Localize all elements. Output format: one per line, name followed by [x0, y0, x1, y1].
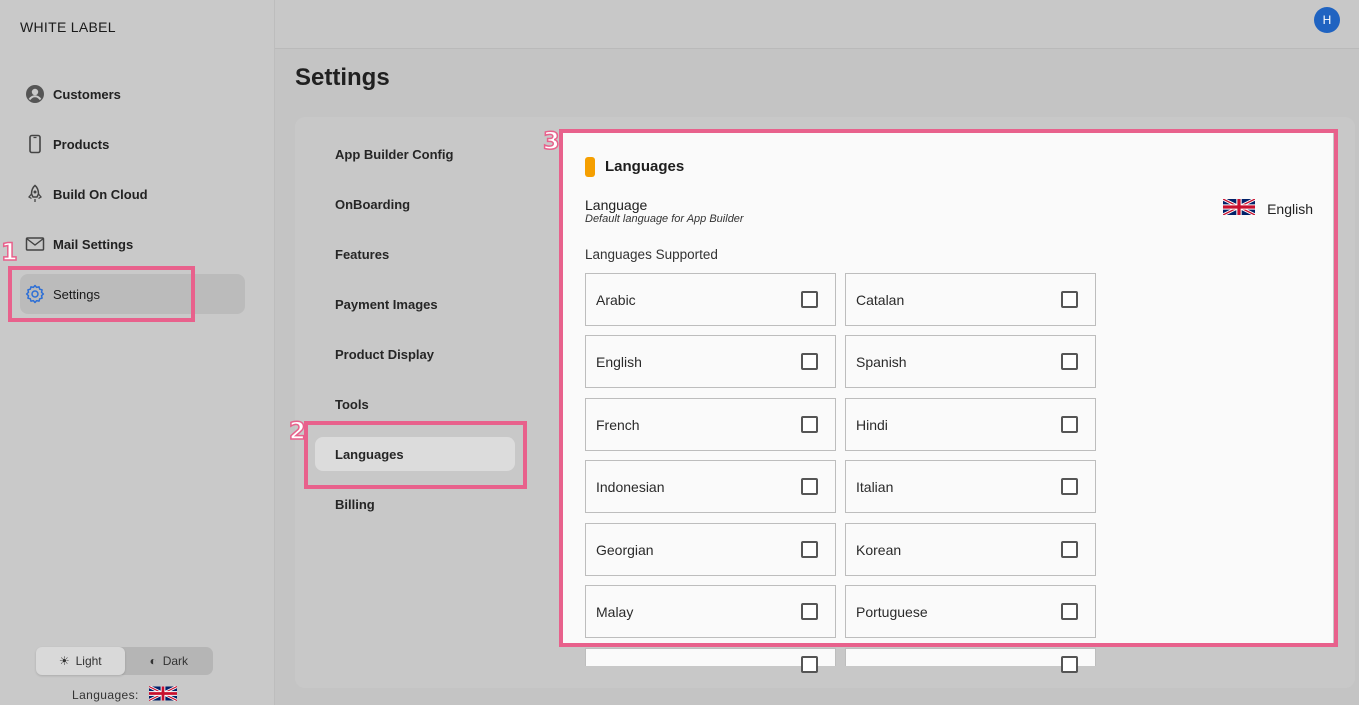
uk-flag-icon	[1222, 197, 1256, 218]
language-option-english[interactable]: English	[585, 335, 836, 388]
languages-supported-label: Languages Supported	[585, 247, 718, 262]
language-option-indonesian[interactable]: Indonesian	[585, 460, 836, 513]
top-bar: H	[275, 0, 1359, 49]
checkbox[interactable]	[801, 656, 818, 673]
sun-icon: ☀	[58, 654, 70, 668]
highlight-number-1: 1	[0, 237, 18, 267]
sidebar-language-switch: Languages:	[72, 685, 178, 704]
language-option-georgian[interactable]: Georgian	[585, 523, 836, 576]
language-option-korean[interactable]: Korean	[845, 523, 1096, 576]
settings-menu-payment-images[interactable]: Payment Images	[315, 287, 515, 321]
theme-dark-label: Dark	[162, 654, 189, 668]
checkbox[interactable]	[801, 541, 818, 558]
language-label: Language	[585, 197, 648, 213]
sidebar-item-label: Mail Settings	[53, 236, 134, 252]
settings-menu-features[interactable]: Features	[315, 237, 515, 271]
default-language-select[interactable]: English	[1222, 197, 1313, 218]
settings-menu-tools[interactable]: Tools	[315, 387, 515, 421]
highlight-number-2: 2	[288, 416, 306, 446]
checkbox[interactable]	[801, 478, 818, 495]
sidebar-language-label: Languages:	[72, 688, 139, 702]
language-option-label: Portuguese	[856, 603, 928, 620]
language-option-label: Italian	[856, 478, 894, 495]
sidebar-item-build-on-cloud[interactable]: Build On Cloud	[20, 174, 245, 214]
phone-icon	[24, 133, 46, 155]
rocket-icon	[24, 183, 46, 205]
checkbox[interactable]	[1061, 478, 1078, 495]
sidebar-item-label: Products	[53, 136, 110, 152]
language-option-malay[interactable]: Malay	[585, 585, 836, 638]
checkbox[interactable]	[801, 291, 818, 308]
language-option-label: Indonesian	[596, 478, 665, 495]
theme-light-button[interactable]: ☀ Light	[36, 647, 125, 675]
settings-menu-app-builder-config[interactable]: App Builder Config	[315, 137, 515, 171]
language-option-arabic[interactable]: Arabic	[585, 273, 836, 326]
language-option-partial[interactable]	[585, 648, 836, 673]
language-option-label: French	[596, 416, 640, 433]
sidebar-item-label: Build On Cloud	[53, 186, 148, 202]
language-option-french[interactable]: French	[585, 398, 836, 451]
language-option-label: Malay	[596, 603, 634, 620]
language-option-label: Hindi	[856, 416, 888, 433]
language-option-portuguese[interactable]: Portuguese	[845, 585, 1096, 638]
theme-toggle: ☀ Light ◐ Dark	[36, 647, 213, 675]
section-title: Languages	[605, 158, 685, 175]
avatar[interactable]: H	[1314, 7, 1340, 33]
language-option-label: Arabic	[596, 291, 636, 308]
checkbox[interactable]	[1061, 603, 1078, 620]
checkbox[interactable]	[801, 416, 818, 433]
language-description: Default language for App Builder	[585, 213, 744, 225]
settings-menu-onboarding[interactable]: OnBoarding	[315, 187, 515, 221]
settings-menu-languages[interactable]: Languages	[315, 437, 515, 471]
checkbox[interactable]	[1061, 541, 1078, 558]
checkbox[interactable]	[1061, 353, 1078, 370]
sidebar-item-label: Settings	[53, 286, 100, 302]
language-option-label: Spanish	[856, 353, 907, 370]
sidebar: WHITE LABEL Customers Products Build On …	[0, 0, 275, 705]
language-option-label: Korean	[856, 541, 902, 558]
language-option-catalan[interactable]: Catalan	[845, 273, 1096, 326]
mail-icon	[24, 233, 46, 255]
section-accent-bar	[585, 157, 595, 177]
language-option-spanish[interactable]: Spanish	[845, 335, 1096, 388]
language-option-label: Catalan	[856, 291, 905, 308]
highlight-number-3: 3	[542, 126, 560, 156]
gear-icon	[24, 283, 46, 305]
checkbox[interactable]	[801, 603, 818, 620]
checkbox[interactable]	[1061, 656, 1078, 673]
brand-title: WHITE LABEL	[20, 19, 116, 35]
language-option-label: English	[596, 353, 642, 370]
moon-icon: ◐	[149, 654, 157, 668]
sidebar-item-label: Customers	[53, 86, 121, 102]
language-option-hindi[interactable]: Hindi	[845, 398, 1096, 451]
sidebar-item-settings[interactable]: Settings	[20, 274, 245, 314]
theme-light-label: Light	[75, 654, 102, 668]
sidebar-item-mail-settings[interactable]: Mail Settings	[20, 224, 245, 264]
checkbox[interactable]	[1061, 416, 1078, 433]
settings-menu-product-display[interactable]: Product Display	[315, 337, 515, 371]
languages-card: Languages Language Default language for …	[563, 133, 1333, 643]
checkbox[interactable]	[801, 353, 818, 370]
page-title: Settings	[295, 64, 390, 91]
checkbox[interactable]	[1061, 291, 1078, 308]
language-option-label: Georgian	[596, 541, 654, 558]
sidebar-item-customers[interactable]: Customers	[20, 74, 245, 114]
settings-menu-billing[interactable]: Billing	[315, 487, 515, 521]
default-language-value: English	[1267, 200, 1313, 217]
language-option-italian[interactable]: Italian	[845, 460, 1096, 513]
language-option-partial[interactable]	[845, 648, 1096, 673]
account-circle-icon	[24, 83, 46, 105]
sidebar-item-products[interactable]: Products	[20, 124, 245, 164]
uk-flag-icon[interactable]	[148, 685, 178, 704]
theme-dark-button[interactable]: ◐ Dark	[125, 647, 214, 675]
